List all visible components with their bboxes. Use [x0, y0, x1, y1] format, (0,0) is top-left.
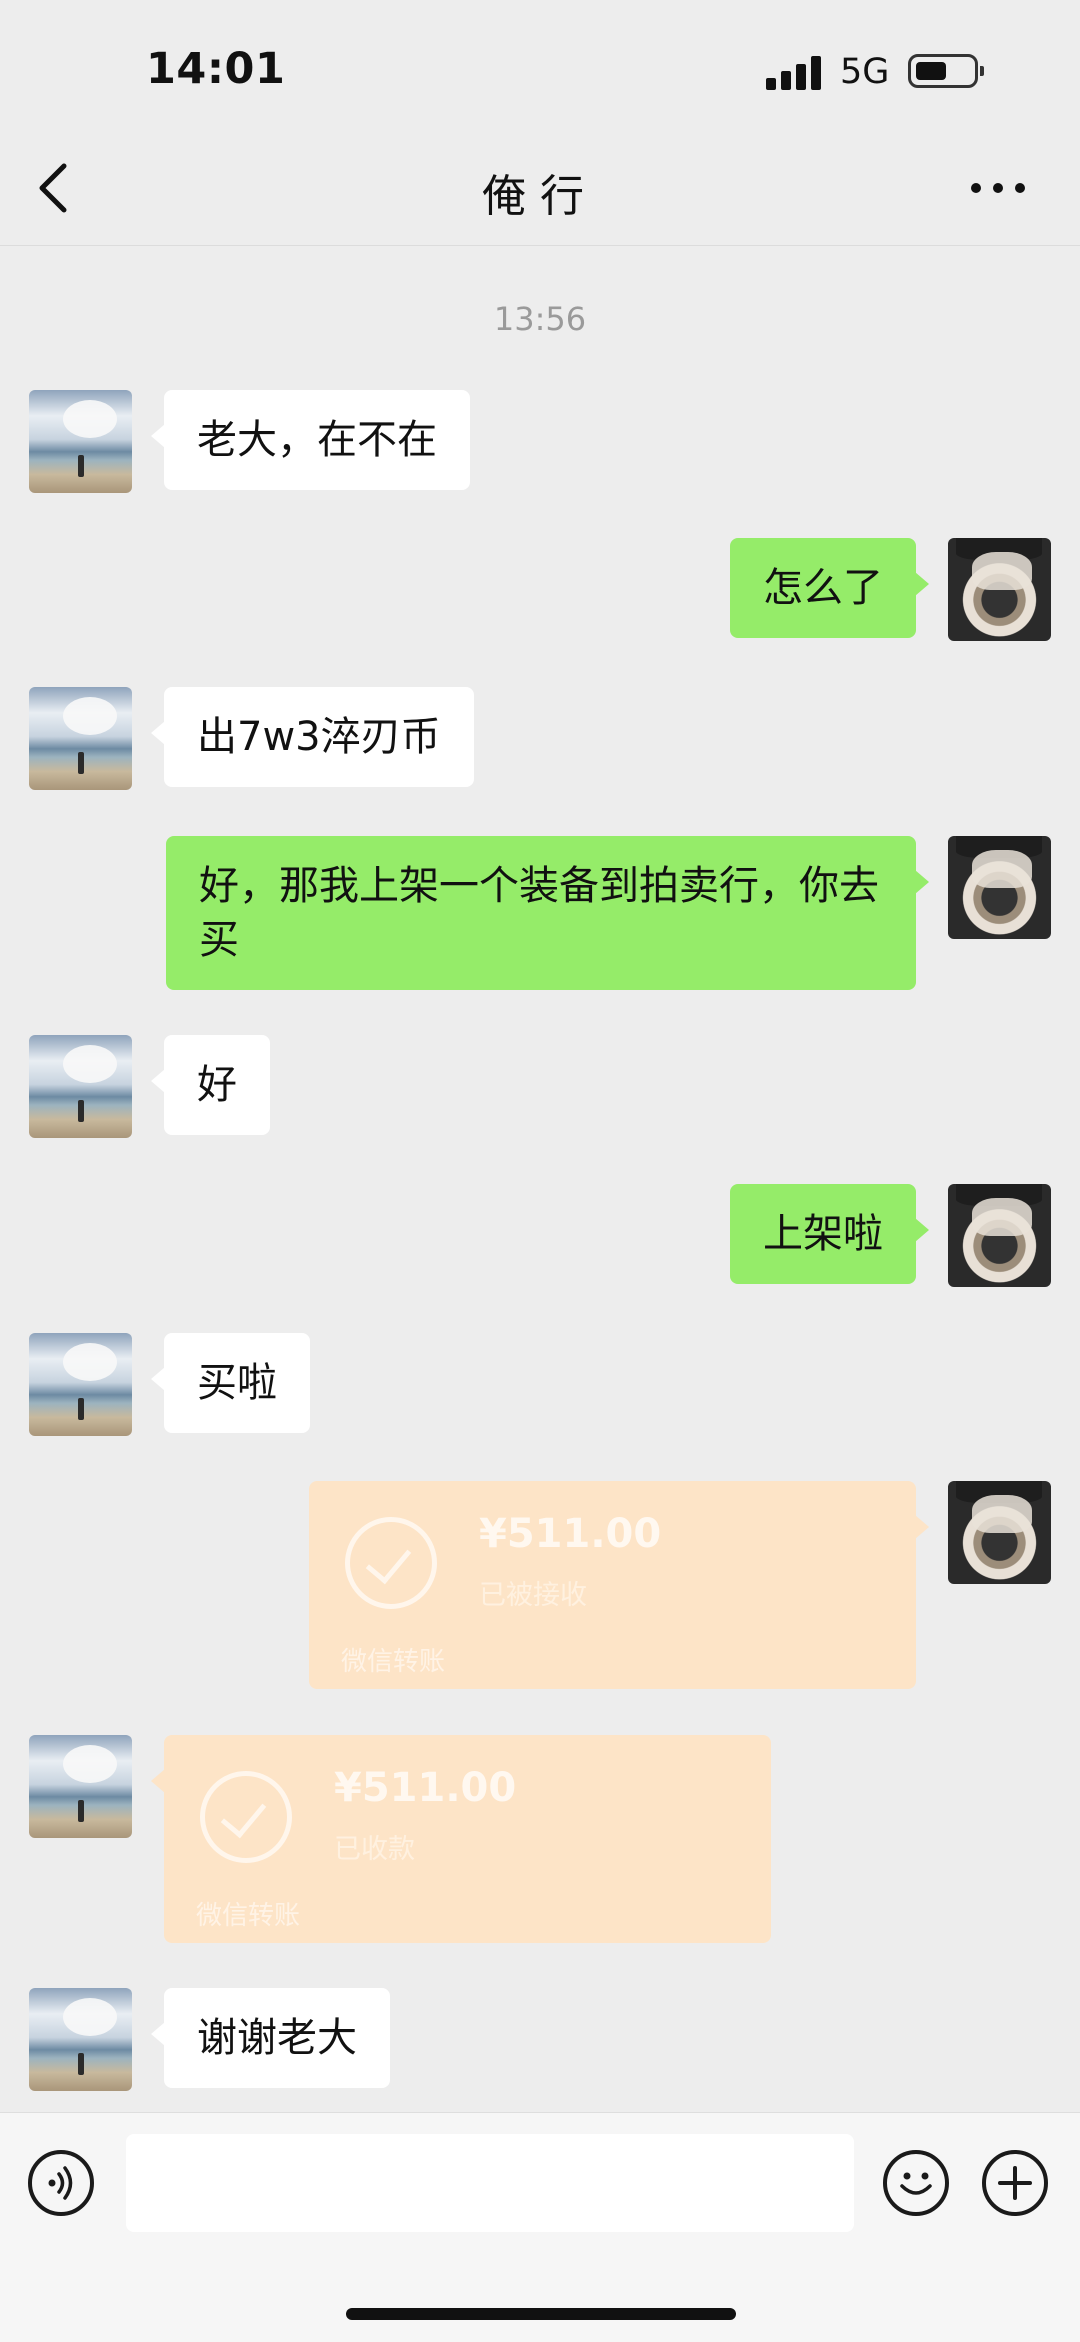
- plus-button[interactable]: [982, 2150, 1048, 2216]
- message-bubble-outgoing[interactable]: 怎么了: [730, 538, 929, 638]
- contact-avatar[interactable]: [29, 1333, 132, 1436]
- my-avatar[interactable]: [948, 538, 1051, 641]
- transfer-card-incoming[interactable]: ¥511.00 已收款 微信转账: [151, 1735, 771, 1943]
- top-bar: 14:01 5G 俺行: [0, 0, 1080, 246]
- transfer-status: 已收款: [334, 1834, 415, 1865]
- message-bubble-outgoing[interactable]: 好，那我上架一个装备到拍卖行，你去买: [166, 836, 929, 990]
- more-button[interactable]: [968, 164, 1028, 212]
- check-circle-icon: [345, 1517, 437, 1609]
- network-label: 5G: [840, 52, 890, 92]
- chat-title: 俺行: [482, 171, 598, 222]
- transfer-card-outgoing[interactable]: ¥511.00 已被接收 微信转账: [309, 1481, 929, 1689]
- message-bubble-incoming[interactable]: 老大，在不在: [151, 390, 470, 490]
- contact-avatar[interactable]: [29, 1035, 132, 1138]
- emoji-button[interactable]: [883, 2150, 949, 2216]
- plus-icon: [998, 2166, 1032, 2200]
- chat-timestamp: 13:56: [493, 300, 587, 338]
- my-avatar[interactable]: [948, 1481, 1051, 1584]
- more-dots-icon: [971, 183, 1025, 193]
- my-avatar[interactable]: [948, 1184, 1051, 1287]
- transfer-amount: ¥511.00: [334, 1765, 517, 1811]
- transfer-status: 已被接收: [479, 1580, 587, 1611]
- message-input[interactable]: [126, 2134, 854, 2232]
- check-circle-icon: [200, 1771, 292, 1863]
- message-bubble-incoming[interactable]: 好: [151, 1035, 270, 1135]
- message-bubble-incoming[interactable]: 买啦: [151, 1333, 310, 1433]
- battery-level: [916, 62, 946, 80]
- transfer-brand: 微信转账: [341, 1647, 446, 1677]
- voice-button[interactable]: [28, 2150, 94, 2216]
- contact-avatar[interactable]: [29, 687, 132, 790]
- transfer-brand: 微信转账: [196, 1901, 301, 1931]
- message-bubble-outgoing[interactable]: 上架啦: [730, 1184, 929, 1284]
- battery-icon: [908, 54, 984, 88]
- message-bubble-incoming[interactable]: 谢谢老大: [151, 1988, 390, 2088]
- my-avatar[interactable]: [948, 836, 1051, 939]
- transfer-amount: ¥511.00: [479, 1511, 662, 1557]
- contact-avatar[interactable]: [29, 1988, 132, 2091]
- emoji-icon: [900, 2172, 932, 2195]
- voice-icon: [48, 2166, 73, 2200]
- message-bubble-incoming[interactable]: 出7w3淬刃币: [151, 687, 474, 787]
- contact-avatar[interactable]: [29, 1735, 132, 1838]
- home-indicator: [346, 2308, 736, 2320]
- signal-icon: [766, 56, 822, 90]
- status-time: 14:01: [146, 44, 286, 94]
- contact-avatar[interactable]: [29, 390, 132, 493]
